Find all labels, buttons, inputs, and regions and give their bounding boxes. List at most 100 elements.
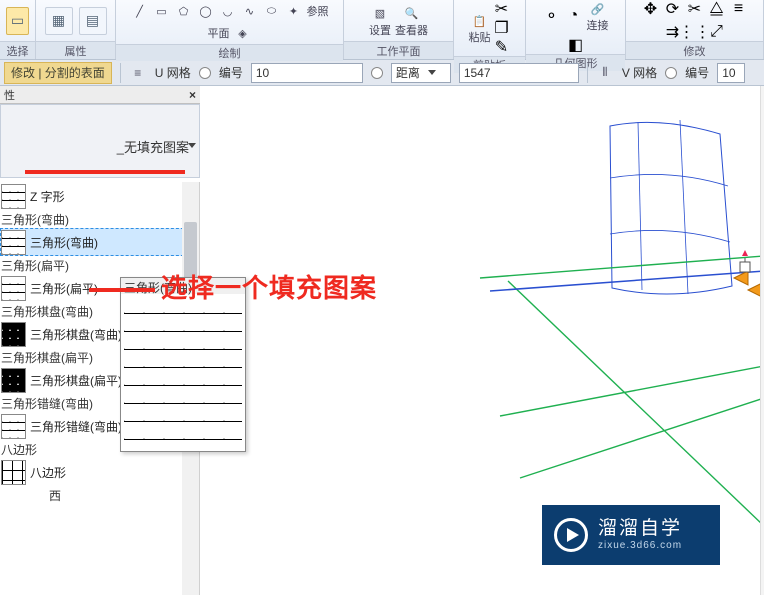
- ribbon-group-label: 修改: [626, 41, 763, 59]
- list-item-label: 三角形棋盘(扁平): [30, 372, 122, 389]
- hatch-icon: ◈: [234, 24, 252, 42]
- connect-icon: 🔗: [589, 0, 607, 18]
- u-distance-radio[interactable]: [371, 67, 383, 79]
- separator: [587, 63, 588, 83]
- ribbon-group-geometry: ⚬ ◔ 🔗 连接 ◧ 几何图形: [526, 0, 626, 59]
- move-icon[interactable]: ✥: [642, 0, 660, 18]
- list-item-label: 三角形(扁平): [30, 280, 98, 297]
- ref-label: 参照: [307, 3, 329, 19]
- cut-icon[interactable]: ✂: [493, 0, 511, 18]
- draw-tool[interactable]: ◡: [219, 2, 237, 20]
- array-icon[interactable]: ⋮⋮: [686, 23, 704, 41]
- circle-icon: ◯: [197, 2, 215, 20]
- v-number-radio[interactable]: [665, 67, 677, 79]
- ribbon-group-draw: ╱ ▭ ⬠ ◯ ◡ ∿ ⬭ ✦ 参照 平面 ◈ 绘制: [116, 0, 344, 59]
- ribbon-group-label: 工作平面: [344, 41, 453, 59]
- list-item-label: Z 字形: [30, 188, 65, 205]
- mirror-icon[interactable]: ⧋: [708, 0, 726, 18]
- u-grid-label: U 网格: [155, 64, 191, 81]
- arc-icon: ◡: [219, 2, 237, 20]
- rotate-icon[interactable]: ⟳: [664, 0, 682, 18]
- pattern-thumbnail: [1, 368, 26, 393]
- list-item[interactable]: Z 字形: [0, 182, 199, 210]
- line-icon: ╱: [131, 2, 149, 20]
- ribbon-group-label: 绘制: [116, 44, 343, 61]
- v-grid-label: V 网格: [622, 64, 657, 81]
- list-sub-item[interactable]: 西: [0, 486, 199, 504]
- watermark: 溜溜自学 zixue.3d66.com: [542, 505, 720, 565]
- draw-tool[interactable]: ✦: [285, 2, 303, 20]
- list-item-label: 三角形棋盘(弯曲): [30, 326, 122, 343]
- plane-tool[interactable]: 平面: [208, 25, 230, 41]
- context-tab-label: 修改 | 分割的表面: [11, 64, 105, 81]
- type-selector[interactable]: _无填充图案: [0, 104, 200, 178]
- separator: [120, 63, 121, 83]
- ribbon-group-clipboard: 📋 粘贴 ✂ ❐ ✎ 剪贴板: [454, 0, 526, 59]
- viewport-scrollbar[interactable]: [760, 86, 764, 595]
- list-item-label: 三角形错缝(弯曲): [30, 418, 122, 435]
- rect-icon: ▭: [153, 2, 171, 20]
- chevron-down-icon: [428, 70, 436, 75]
- trim-icon[interactable]: ✂: [686, 0, 704, 18]
- properties-button-1[interactable]: ▦: [45, 7, 73, 35]
- ellipse-icon: ⬭: [263, 2, 281, 20]
- copy-icon[interactable]: ❐: [493, 19, 511, 37]
- v-number-label: 编号: [685, 64, 709, 81]
- annotation-text: 选择一个填充图案: [89, 268, 377, 305]
- properties-button-2[interactable]: ▤: [79, 7, 107, 35]
- pattern-thumbnail: [1, 414, 26, 439]
- close-icon[interactable]: ×: [189, 88, 196, 102]
- grid-icon: ▦: [50, 12, 68, 30]
- options-bar: 修改 | 分割的表面 ≡ U 网格 编号 距离 ⦀ V 网格 编号: [0, 60, 764, 86]
- draw-tool[interactable]: ⬠: [175, 2, 193, 20]
- scale-icon[interactable]: ⤢: [708, 23, 726, 41]
- select-tool-button[interactable]: ▭: [6, 7, 29, 35]
- draw-tool[interactable]: ∿: [241, 2, 259, 20]
- match-icon[interactable]: ✎: [493, 38, 511, 56]
- list-group-header[interactable]: 三角形(弯曲): [0, 210, 199, 228]
- distance-input[interactable]: [459, 63, 579, 83]
- connect-button[interactable]: 🔗 连接: [587, 0, 609, 32]
- draw-tool[interactable]: ⬭: [263, 2, 281, 20]
- watermark-domain: zixue.3d66.com: [598, 540, 682, 551]
- spline-icon: ∿: [241, 2, 259, 20]
- pattern-thumbnail: [1, 230, 26, 255]
- cut-geom-icon[interactable]: ◔: [565, 7, 583, 25]
- draw-tool[interactable]: ◈: [234, 24, 252, 42]
- draw-tool[interactable]: ◯: [197, 2, 215, 20]
- list-item[interactable]: 八边形: [0, 458, 199, 486]
- draw-tool[interactable]: ╱: [131, 2, 149, 20]
- draw-tool[interactable]: ▭: [153, 2, 171, 20]
- distance-select[interactable]: 距离: [391, 63, 451, 83]
- viewer-button[interactable]: 🔍 查看器: [395, 5, 428, 37]
- u-number-input[interactable]: [251, 63, 363, 83]
- paste-button[interactable]: 📋 粘贴: [469, 12, 491, 44]
- settings-button[interactable]: ▧ 设置: [369, 5, 391, 37]
- type-name: _无填充图案: [117, 137, 189, 156]
- context-tab[interactable]: 修改 | 分割的表面: [4, 62, 112, 84]
- viewer-icon: 🔍: [403, 5, 421, 23]
- play-icon: [554, 518, 588, 552]
- ribbon-group-modify: ✥ ⟳ ✂ ⧋ ≡ ⇉ ⋮⋮ ⤢ 修改: [626, 0, 764, 59]
- geom-icon[interactable]: ◧: [567, 36, 585, 54]
- list-item[interactable]: 三角形(弯曲): [0, 228, 199, 256]
- point-icon: ✦: [285, 2, 303, 20]
- poly-icon: ⬠: [175, 2, 193, 20]
- list-item-label: 三角形(弯曲): [30, 234, 98, 251]
- properties-title: 性: [4, 87, 15, 103]
- plane-set-icon: ▧: [371, 5, 389, 23]
- chevron-down-icon: [188, 143, 196, 148]
- align-icon[interactable]: ≡: [730, 0, 748, 18]
- join-icon[interactable]: ⚬: [543, 7, 561, 25]
- v-number-input[interactable]: [717, 63, 745, 83]
- u-number-radio[interactable]: [199, 67, 211, 79]
- ribbon: ▭ 选择 ▦ ▤ 属性 ╱ ▭ ⬠ ◯ ◡ ∿ ⬭ ✦ 参照 平面 ◈ 绘制: [0, 0, 764, 60]
- v-grid-icon: ⦀: [596, 64, 614, 82]
- reference-tool[interactable]: 参照: [307, 3, 329, 19]
- pattern-thumbnail: [1, 184, 26, 209]
- pattern-thumbnail: [1, 276, 26, 301]
- ribbon-group-select: ▭ 选择: [0, 0, 36, 59]
- pattern-thumbnail: [1, 460, 26, 485]
- distance-label: 距离: [396, 64, 420, 81]
- ribbon-group-label: 选择: [0, 41, 35, 59]
